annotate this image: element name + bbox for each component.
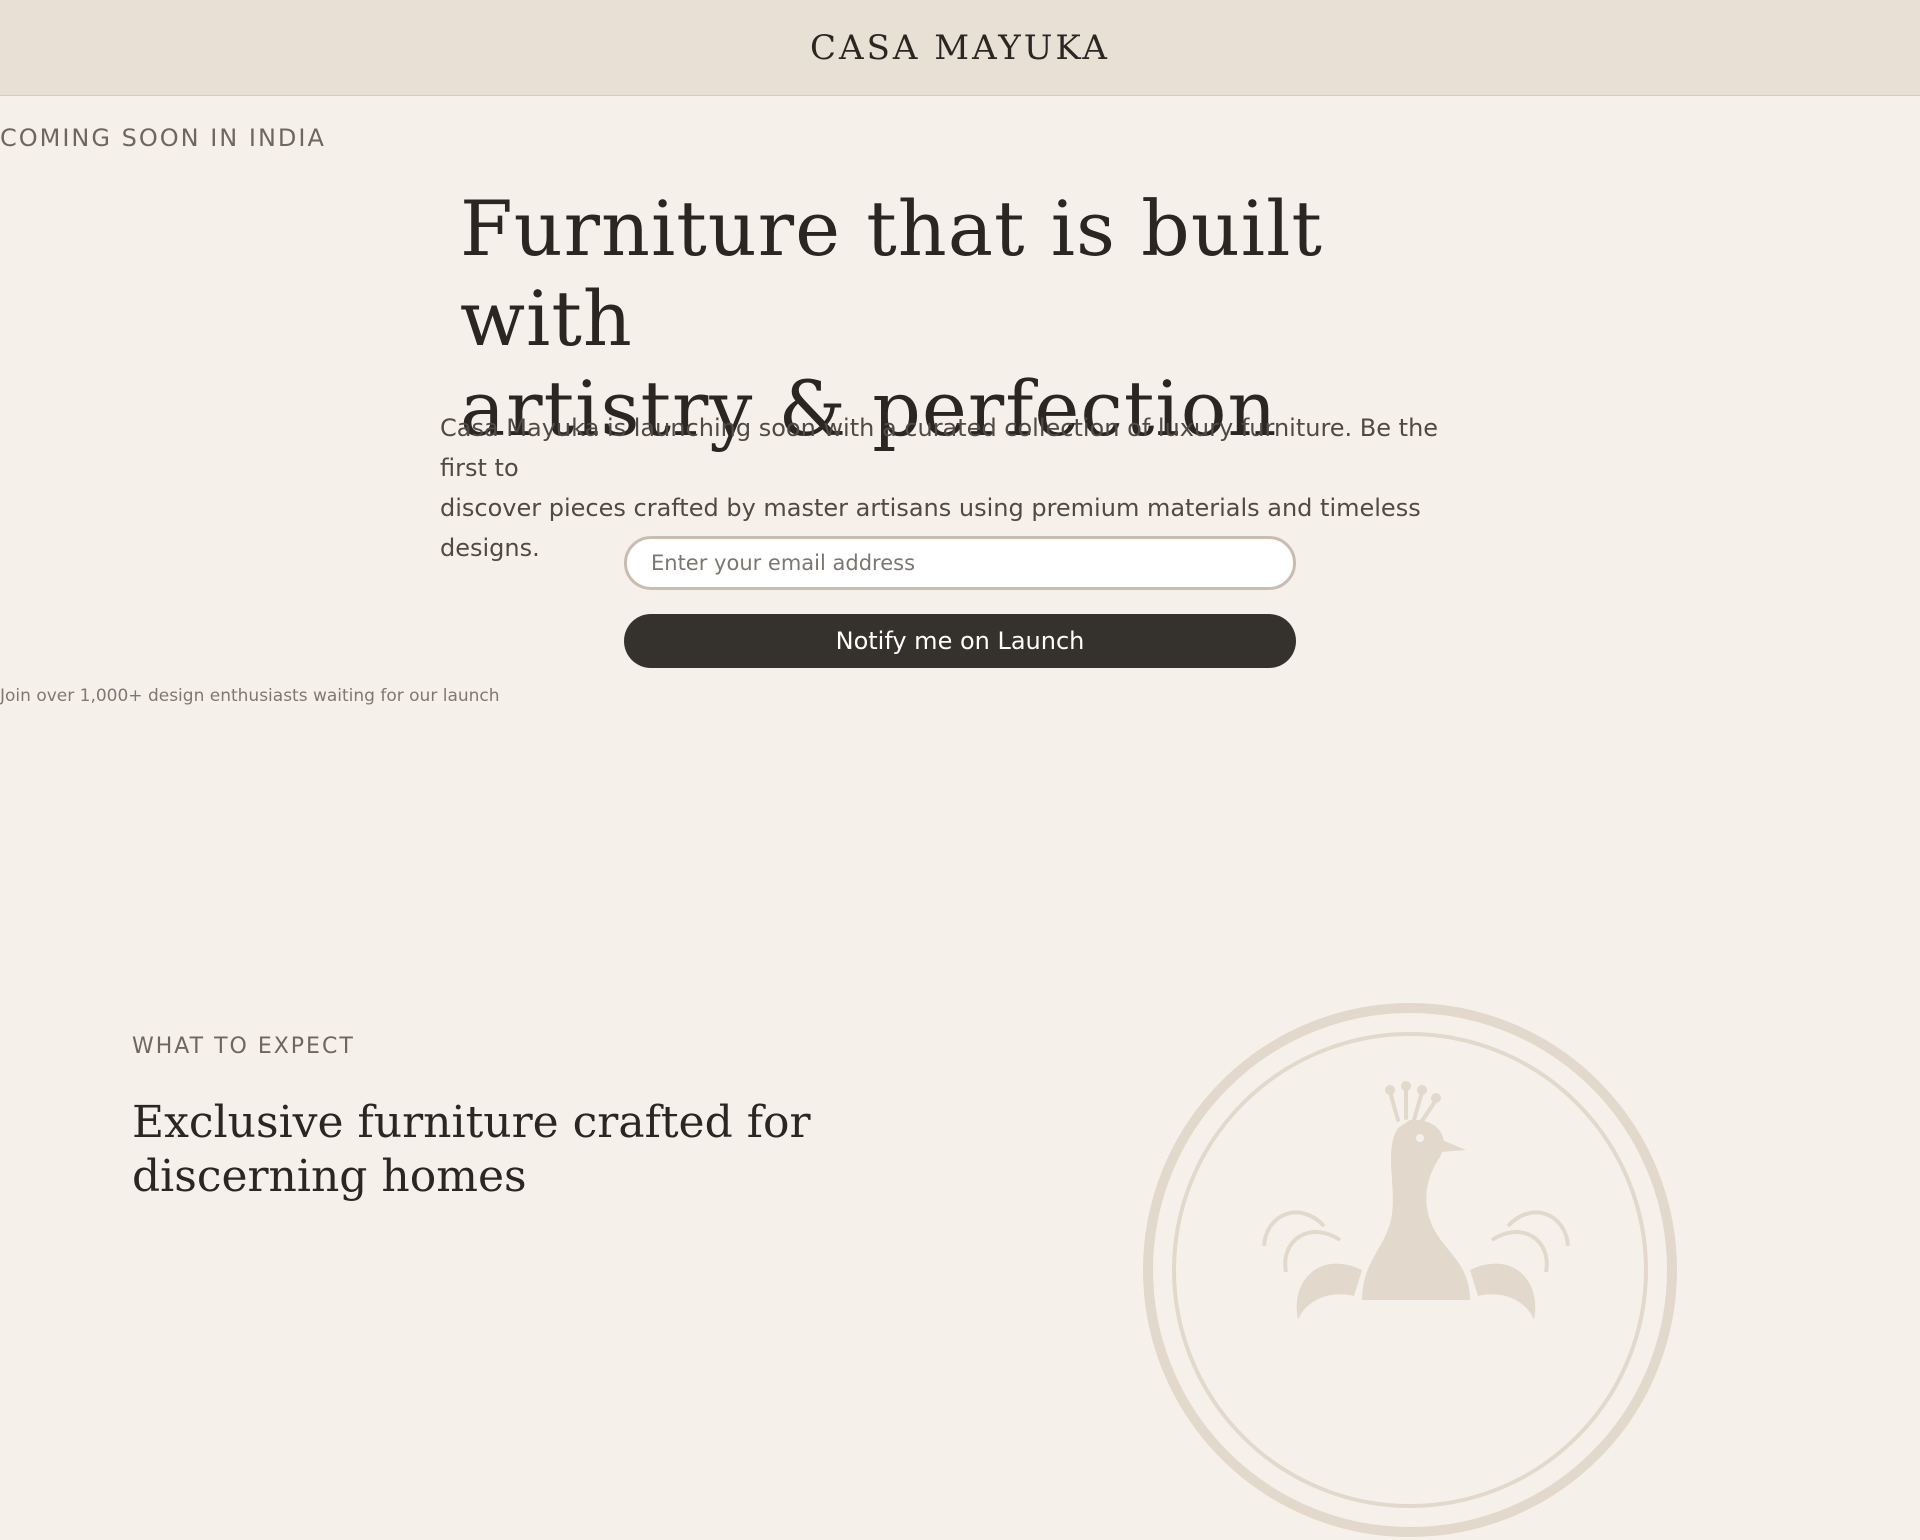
- brand-logo[interactable]: CASA MAYUKA: [810, 28, 1110, 68]
- description-line-1: Casa Mayuka is launching soon with a cur…: [440, 414, 1439, 482]
- notify-button[interactable]: Notify me on Launch: [624, 614, 1296, 668]
- expect-eyebrow: WHAT TO EXPECT: [132, 1034, 355, 1059]
- site-header: CASA MAYUKA: [0, 0, 1920, 96]
- peacock-emblem-icon: [1143, 1003, 1677, 1537]
- hero-eyebrow: COMING SOON IN INDIA: [0, 124, 326, 152]
- waitlist-note: Join over 1,000+ design enthusiasts wait…: [0, 686, 500, 706]
- email-input[interactable]: [624, 536, 1296, 590]
- headline-line-1: Furniture that is built with: [460, 184, 1323, 363]
- expect-title-line-2: discerning homes: [132, 1151, 527, 1202]
- expect-title-line-1: Exclusive furniture crafted for: [132, 1097, 811, 1148]
- expect-title: Exclusive furniture crafted for discerni…: [132, 1096, 852, 1204]
